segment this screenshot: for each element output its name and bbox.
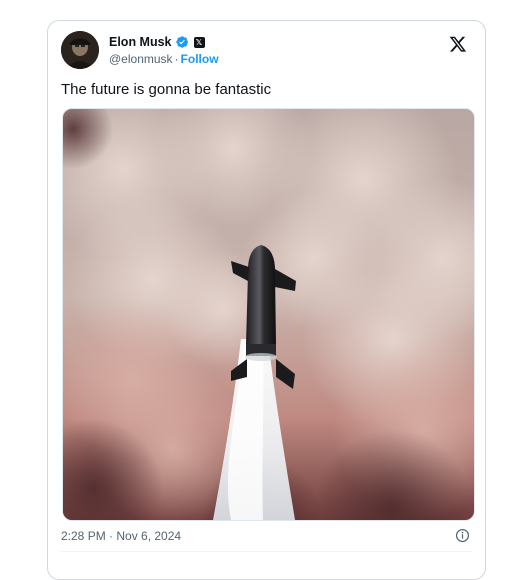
name-row: Elon Musk 𝕏: [109, 33, 219, 51]
author-handle[interactable]: @elonmusk: [109, 52, 173, 66]
footer-divider: [61, 551, 472, 552]
handle-row: @elonmusk · Follow: [109, 52, 219, 68]
author-avatar[interactable]: [61, 31, 99, 69]
follow-button[interactable]: Follow: [181, 52, 219, 66]
x-logo-icon[interactable]: [449, 35, 467, 53]
info-icon[interactable]: [455, 528, 470, 543]
separator-dot: ·: [174, 52, 179, 66]
tweet-media-image[interactable]: [62, 108, 475, 521]
author-names: Elon Musk 𝕏 @elonmusk · Follow: [109, 33, 219, 68]
tweet-footer: 2:28 PM · Nov 6, 2024: [61, 528, 472, 548]
author-display-name[interactable]: Elon Musk: [109, 35, 172, 49]
verified-badge-icon: [175, 36, 188, 48]
starship-launch-photo: [63, 109, 474, 520]
tweet-timestamp[interactable]: 2:28 PM · Nov 6, 2024: [61, 529, 181, 543]
avatar-image: [61, 31, 99, 69]
tweet-header: Elon Musk 𝕏 @elonmusk · Follow: [61, 31, 473, 71]
x-affiliate-badge-icon: 𝕏: [193, 36, 205, 48]
tweet-text: The future is gonna be fantastic: [61, 81, 272, 98]
tweet-card[interactable]: Elon Musk 𝕏 @elonmusk · Follow The future …: [47, 20, 486, 580]
